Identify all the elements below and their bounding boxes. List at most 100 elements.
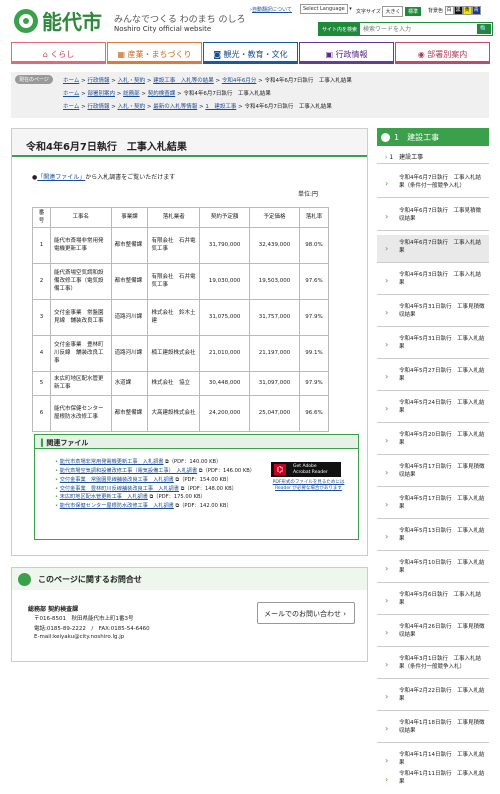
bg-white-button[interactable]: 白 xyxy=(444,6,454,15)
sidebar-item[interactable]: 令和4年1月11日執行 工事入札結果 xyxy=(377,766,489,792)
gnav-label: くらし xyxy=(50,50,75,59)
sidebar-item[interactable]: 令和4年5月13日執行 工事入札結果 xyxy=(377,523,489,551)
search-input[interactable] xyxy=(363,24,475,34)
pdf-link[interactable]: 交付金事業 常盤園見線舗装改良工事 入札調書 xyxy=(60,477,174,483)
language-select-label[interactable]: Select Language xyxy=(300,4,348,14)
sidebar-item[interactable]: 令和4年5月6日執行 工事入札結果 xyxy=(377,587,489,615)
breadcrumb-link[interactable]: 契約検査課 xyxy=(148,91,176,97)
cell-rate: 97.9% xyxy=(298,371,330,397)
cell-no: 1 xyxy=(32,227,51,265)
breadcrumb-row: ホーム > 部署別案内 > 総務部 > 契約検査課 > 令和4年6月7日執行 工… xyxy=(63,91,271,97)
col-header-estimated-price: 予定価格 xyxy=(249,206,300,229)
font-size-standard-button[interactable]: 標準 xyxy=(405,7,422,16)
language-select[interactable]: Select Language ▾ xyxy=(300,4,352,14)
breadcrumb-link[interactable]: 総務部 xyxy=(123,91,140,97)
people-icon: ◉ xyxy=(417,50,428,59)
table-header-row: 番号 工事名 事業課 落札業者 契約予定額 予定価格 落札率 xyxy=(32,206,330,229)
breadcrumb-link[interactable]: 1 建設工事 xyxy=(205,104,236,110)
breadcrumb-link[interactable]: ホーム xyxy=(63,78,79,84)
cell-estimated-price: 31,097,000 xyxy=(249,371,300,397)
sidebar-item[interactable]: 令和4年5月31日執行 工事見積徴収結果 xyxy=(377,299,489,327)
pdf-link[interactable]: 交付金事業 豊林町川反線舗装改良工事 入札調書 xyxy=(60,486,179,492)
gnav-item-industry[interactable]: ▦ 産業・まちづくり xyxy=(107,42,202,64)
cell-dept: 道路河川課 xyxy=(110,335,149,373)
cell-estimated-price: 31,757,000 xyxy=(249,299,300,337)
phone-icon xyxy=(18,573,31,586)
bg-black-button[interactable]: 黒 xyxy=(453,6,463,15)
font-size-large-button[interactable]: 大きく xyxy=(382,6,404,17)
gnav-item-life[interactable]: ⌂ くらし xyxy=(11,42,106,64)
search-icon[interactable]: 🔍 xyxy=(477,24,491,34)
auto-translate-link[interactable]: ›自動翻訳について xyxy=(250,6,292,13)
acrobat-reader-banner[interactable]: ⌬ Get Adobe Acrobat Reader xyxy=(271,462,341,477)
cell-contractor: 株式会社 協立 xyxy=(147,371,201,397)
cell-rate: 97.6% xyxy=(298,263,330,301)
sidebar-item[interactable]: 令和4年5月17日執行 工事見積徴収結果 xyxy=(377,459,489,487)
pdf-meta: （PDF：148.00 KB） xyxy=(184,485,237,492)
cell-estimated-price: 25,047,000 xyxy=(249,395,300,433)
gnav-item-departments[interactable]: ◉ 部署別案内 xyxy=(395,42,490,64)
sidebar-item[interactable]: 令和4年5月10日執行 工事入札結果 xyxy=(377,555,489,583)
col-header-no: 番号 xyxy=(32,206,51,229)
breadcrumb-link[interactable]: ホーム xyxy=(63,91,79,97)
results-table: 番号 工事名 事業課 落札業者 契約予定額 予定価格 落札率 1 能代市斎場非常… xyxy=(32,206,330,433)
list-item: 能代市斎場非常用発電機更新工事 入札調書 ⧉（PDF：140.00 KB） xyxy=(55,458,260,467)
breadcrumb-link[interactable]: 入札・契約 xyxy=(118,104,146,110)
col-header-contractor: 落札業者 xyxy=(147,206,201,229)
camera-icon: ◙ xyxy=(213,50,224,59)
pdf-link[interactable]: 能代市保健センター屋根防水改修工事 入札調書 xyxy=(60,503,174,509)
bg-yellow-button[interactable]: 黄 xyxy=(462,6,472,15)
sidebar-item[interactable]: 令和4年5月27日執行 工事入札結果 xyxy=(377,363,489,391)
sidebar-item[interactable]: 令和4年5月20日執行 工事入札結果 xyxy=(377,427,489,455)
col-header-rate: 落札率 xyxy=(298,206,330,229)
breadcrumb-link[interactable]: 入札・契約 xyxy=(118,78,146,84)
admin-icon: ▣ xyxy=(325,50,336,59)
cell-work: 能代市斎場非常用発電機更新工事 xyxy=(49,227,112,265)
breadcrumb-current: 令和4年6月7日執行 工事入札結果 xyxy=(183,91,271,97)
table-row: 6 能代市保健センター屋根防水改修工事 都市整備課 大髙建設株式会社 24,20… xyxy=(32,395,330,433)
search-label: サイト内を検索 xyxy=(319,23,361,35)
breadcrumb-link[interactable]: 令和4年6月分 xyxy=(222,78,257,84)
sidebar-item[interactable]: 令和4年2月22日執行 工事入札結果 xyxy=(377,683,489,711)
pdf-link[interactable]: 末広町地区配水管更新工事 入札調書 xyxy=(60,494,148,500)
mail-contact-button[interactable]: メールでのお問い合わせ › xyxy=(257,602,355,624)
sidebar-item[interactable]: 令和4年3月1日執行 工事入札結果（条件付一般競争入札） xyxy=(377,651,489,679)
contact-title: このページに関するお問合せ xyxy=(38,575,142,584)
acrobat-note-link[interactable]: PDF形式のファイルを見るためにはReader が必要な場合があります xyxy=(271,480,346,492)
cell-dept: 都市整備課 xyxy=(110,263,149,301)
pdf-link[interactable]: 能代斎場空気調和設備改修工事（電気設備工事） 入札調書 xyxy=(60,468,197,474)
site-title[interactable]: 能代市 xyxy=(42,6,102,35)
breadcrumb-link[interactable]: ホーム xyxy=(63,104,79,110)
sidebar-current-category[interactable]: › 1 建設工事 xyxy=(377,146,489,164)
unit-label: 単位:円 xyxy=(298,191,319,198)
sidebar-item[interactable]: 令和4年5月31日執行 工事入札結果 xyxy=(377,331,489,359)
breadcrumb-link[interactable]: 建設工事 入札等の結果 xyxy=(153,78,214,84)
bg-blue-button[interactable]: 青 xyxy=(471,6,481,15)
sidebar-item[interactable]: 令和4年5月17日執行 工事入札結果 xyxy=(377,491,489,519)
breadcrumb-link[interactable]: 行政情報 xyxy=(87,104,109,110)
cell-contract-amount: 19,030,000 xyxy=(199,263,251,301)
auto-translate-label[interactable]: 自動翻訳について xyxy=(252,7,292,13)
breadcrumb-link[interactable]: 部署別案内 xyxy=(87,91,115,97)
sidebar-item[interactable]: 令和4年6月7日執行 工事入札結果（条件付一般競争入札） xyxy=(377,170,489,198)
sidebar-item[interactable]: 令和4年4月26日執行 工事見積徴収結果 xyxy=(377,619,489,647)
pdf-meta: （PDF：154.00 KB） xyxy=(179,476,232,483)
sidebar-item[interactable]: 令和4年1月18日執行 工事見積徴収結果 xyxy=(377,715,489,743)
pdf-link[interactable]: 能代市斎場非常用発電機更新工事 入札調書 xyxy=(60,459,164,465)
breadcrumb: 現在のページ ホーム > 行政情報 > 入札・契約 > 建設工事 入札等の結果 … xyxy=(11,72,489,118)
gnav-label: 行政情報 xyxy=(335,50,368,59)
announcement-text: から入札調書をご覧いただけます xyxy=(85,174,176,181)
sidebar-item-active[interactable]: 令和4年6月7日執行 工事入札結果 xyxy=(377,235,489,263)
cell-contract-amount: 31,075,000 xyxy=(199,299,251,337)
sidebar-item[interactable]: 令和4年5月24日執行 工事入札結果 xyxy=(377,395,489,423)
sidebar-item[interactable]: 令和4年6月7日執行 工事見積徴収結果 xyxy=(377,203,489,231)
contact-address: 〒016-8501 秋田県能代市上町1番3号 xyxy=(34,616,134,622)
table-row: 3 交付金事業 常盤園見線 舗装改良工事 道路河川課 株式会社 鈴木土建 31,… xyxy=(32,299,330,337)
city-logo-icon[interactable] xyxy=(14,9,38,33)
breadcrumb-link[interactable]: 最新の入札等情報 xyxy=(153,104,197,110)
related-files-link[interactable]: 「関連ファイル」 xyxy=(37,174,85,181)
gnav-item-tourism[interactable]: ◙ 観光・教育・文化 xyxy=(203,42,298,64)
sidebar-item[interactable]: 令和4年6月3日執行 工事入札結果 xyxy=(377,267,489,295)
gnav-item-admin[interactable]: ▣ 行政情報 xyxy=(299,42,394,64)
breadcrumb-link[interactable]: 行政情報 xyxy=(87,78,109,84)
